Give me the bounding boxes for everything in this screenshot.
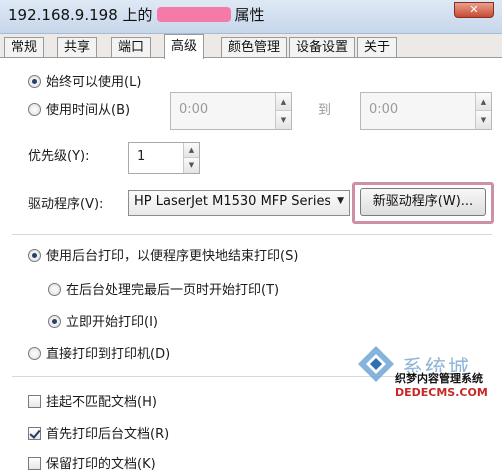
checkbox-keep-printed-label: 保留打印的文档(K) <box>46 457 156 472</box>
radio-indicator <box>28 103 41 116</box>
tab-ports[interactable]: 端口 <box>111 37 152 58</box>
watermark-logo-icon <box>358 346 394 382</box>
checkbox-hold-mismatched[interactable]: 挂起不匹配文档(H) <box>28 394 157 412</box>
radio-start-immediately[interactable]: 立即开始打印(I) <box>48 314 158 332</box>
new-driver-button[interactable]: 新驱动程序(W)... <box>360 188 486 216</box>
radio-start-after-last-page[interactable]: 在后台处理完最后一页时开始打印(T) <box>48 282 279 300</box>
checkbox-indicator <box>28 395 41 408</box>
checkbox-indicator <box>28 427 41 440</box>
tab-bar: 常规 共享 端口 高级 颜色管理 设备设置 关于 <box>0 34 502 59</box>
checkbox-keep-printed[interactable]: 保留打印的文档(K) <box>28 456 156 474</box>
radio-available-from-label: 使用时间从(B) <box>46 103 131 118</box>
radio-print-direct[interactable]: 直接打印到打印机(D) <box>28 346 170 364</box>
window-title-suffix: 属性 <box>234 6 265 24</box>
tab-color-management[interactable]: 颜色管理 <box>221 37 288 58</box>
checkbox-print-spooled-first-label: 首先打印后台文档(R) <box>46 427 170 442</box>
window-title: 192.168.9.198 上的 属性 <box>8 4 265 25</box>
radio-available-from[interactable]: 使用时间从(B) <box>28 102 130 120</box>
spin-up-icon[interactable]: ▲ <box>184 143 199 158</box>
tab-advanced[interactable]: 高级 <box>164 34 205 59</box>
from-time-value: 0:00 <box>179 102 209 117</box>
radio-print-direct-label: 直接打印到打印机(D) <box>46 347 171 362</box>
radio-spool-print-label: 使用后台打印，以便程序更快地结束打印(S) <box>46 249 299 264</box>
radio-indicator <box>48 283 61 296</box>
priority-spinbox[interactable]: 1 ▲ ▼ <box>128 142 200 174</box>
to-time-arrows: ▲ ▼ <box>475 93 491 129</box>
spin-down-icon[interactable]: ▼ <box>184 158 199 173</box>
spin-up-icon[interactable]: ▲ <box>476 93 491 111</box>
checkbox-print-spooled-first[interactable]: 首先打印后台文档(R) <box>28 426 169 444</box>
radio-always-available[interactable]: 始终可以使用(L) <box>28 74 141 92</box>
tab-device-settings[interactable]: 设备设置 <box>289 37 356 58</box>
title-bar: 192.168.9.198 上的 属性 ✕ <box>0 0 502 34</box>
priority-value: 1 <box>137 149 146 164</box>
to-time-spinbox[interactable]: 0:00 ▲ ▼ <box>360 92 492 130</box>
driver-label: 驱动程序(V): <box>28 197 104 212</box>
radio-start-after-last-page-label: 在后台处理完最后一页时开始打印(T) <box>66 283 280 298</box>
radio-always-available-label: 始终可以使用(L) <box>46 75 142 90</box>
close-button[interactable]: ✕ <box>454 2 494 18</box>
to-time-value: 0:00 <box>369 102 399 117</box>
spin-down-icon[interactable]: ▼ <box>276 111 291 129</box>
advanced-panel: 始终可以使用(L) 使用时间从(B) 0:00 ▲ ▼ 到 0:00 ▲ ▼ 优… <box>0 57 502 472</box>
section-divider <box>12 234 492 235</box>
dropdown-arrow-icon: ▼ <box>337 196 344 206</box>
driver-select[interactable]: HP LaserJet M1530 MFP Series ▼ <box>128 190 350 216</box>
priority-arrows: ▲ ▼ <box>183 143 199 173</box>
from-time-spinbox[interactable]: 0:00 ▲ ▼ <box>170 92 292 130</box>
tab-general[interactable]: 常规 <box>4 37 45 58</box>
priority-label: 优先级(Y): <box>28 149 90 164</box>
radio-spool-print[interactable]: 使用后台打印，以便程序更快地结束打印(S) <box>28 248 298 266</box>
driver-selected-value: HP LaserJet M1530 MFP Series <box>134 194 330 209</box>
tab-sharing[interactable]: 共享 <box>57 37 98 58</box>
window-title-prefix: 192.168.9.198 上的 <box>8 6 153 24</box>
to-label: 到 <box>318 103 332 118</box>
watermark-url: DEDECMS.COM <box>395 386 488 399</box>
from-time-arrows: ▲ ▼ <box>275 93 291 129</box>
spin-down-icon[interactable]: ▼ <box>476 111 491 129</box>
watermark-caption: 织梦内容管理系统 DEDECMS.COM <box>395 372 499 402</box>
watermark-caption-text: 织梦内容管理系统 <box>395 372 483 385</box>
radio-start-immediately-label: 立即开始打印(I) <box>66 315 158 330</box>
radio-indicator <box>48 315 61 328</box>
tab-about[interactable]: 关于 <box>357 37 398 58</box>
spin-up-icon[interactable]: ▲ <box>276 93 291 111</box>
close-icon: ✕ <box>469 3 479 16</box>
checkbox-hold-mismatched-label: 挂起不匹配文档(H) <box>46 395 157 410</box>
redacted-printer-name <box>156 7 231 22</box>
radio-indicator <box>28 347 41 360</box>
radio-indicator <box>28 75 41 88</box>
radio-indicator <box>28 249 41 262</box>
